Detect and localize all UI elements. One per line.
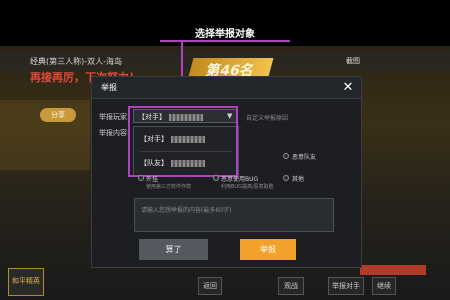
report-content-label: 举报内容:: [99, 129, 130, 137]
custom-reason-link[interactable]: 自定义举报原因: [246, 113, 288, 122]
option-other: 其他: [292, 176, 305, 183]
share-button[interactable]: 分享: [40, 108, 76, 122]
annotation-underline: [160, 40, 290, 42]
option-cheat: 外挂: [146, 176, 159, 183]
match-mode-text: 经典(第三人称)-双人-海岛: [30, 57, 123, 66]
bottom-button-spectate[interactable]: 观战: [278, 277, 304, 295]
report-player-label: 举报玩家:: [99, 113, 130, 121]
radio-bug-abuse[interactable]: [213, 175, 219, 181]
textarea-placeholder: 请输入您想举报的内容(最多60字): [141, 207, 232, 214]
option-bug-abuse-desc: 利用BUG提高/恶意取胜: [221, 184, 274, 190]
report-button[interactable]: 举报: [240, 239, 296, 260]
report-dialog-header: 举报 ✕: [92, 77, 361, 99]
status-flag: [360, 265, 426, 275]
bottom-button-continue[interactable]: 继续: [372, 277, 396, 295]
bottom-button-report-opponent[interactable]: 举报对手: [328, 277, 364, 295]
radio-other[interactable]: [283, 175, 289, 181]
annotation-highlight-box: [128, 106, 238, 177]
option-bug-abuse: 恶意使用BUG: [221, 176, 259, 183]
report-details-textarea[interactable]: 请输入您想举报的内容(最多60字): [134, 198, 334, 232]
annotation-title: 选择举报对象: [195, 29, 255, 40]
report-dialog-title: 举报: [101, 83, 117, 92]
screenshot-link[interactable]: 截图: [346, 56, 360, 66]
radio-malicious-teammate[interactable]: [283, 153, 289, 159]
cancel-button[interactable]: 算了: [139, 239, 208, 260]
radio-cheat[interactable]: [138, 175, 144, 181]
game-screen: 经典(第三人称)-双人-海岛 再接再厉，下次努力！ 第46名 截图 分享 和平精…: [0, 0, 450, 300]
bottom-button-back[interactable]: 返回: [198, 277, 222, 295]
close-icon[interactable]: ✕: [341, 81, 355, 95]
option-malicious-teammate: 恶意队友: [292, 154, 317, 161]
option-cheat-desc: 使用第三方软件作弊: [146, 184, 192, 190]
